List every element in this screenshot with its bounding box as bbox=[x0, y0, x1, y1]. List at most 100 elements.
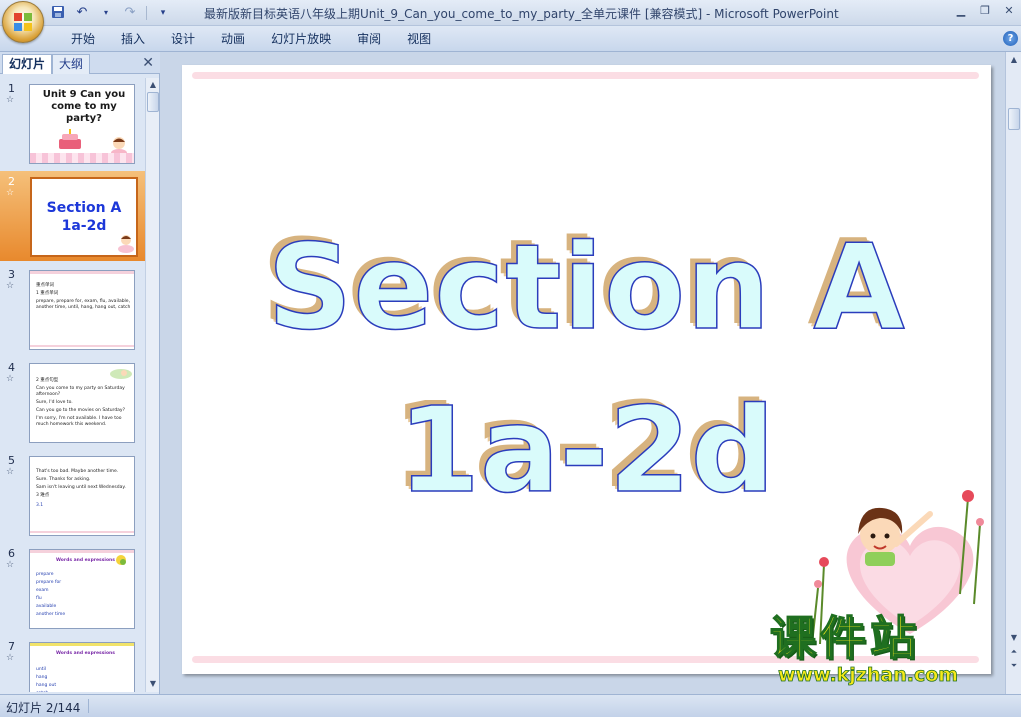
thumb-heading: Words and expressions bbox=[56, 558, 115, 563]
scroll-down-icon[interactable]: ▼ bbox=[147, 678, 159, 690]
minimize-icon[interactable]: ▁ bbox=[953, 3, 969, 19]
ribbon-tabs: 开始 插入 设计 动画 幻灯片放映 审阅 视图 bbox=[58, 31, 444, 47]
office-button[interactable] bbox=[2, 1, 44, 43]
thumb-line-1: Section A bbox=[46, 200, 122, 216]
undo-icon[interactable]: ↶ bbox=[74, 5, 90, 21]
previous-slide-icon[interactable]: ⏶ bbox=[1008, 646, 1020, 658]
toolbar-divider bbox=[146, 6, 147, 20]
thumb-text-line: Sure, I'd love to. bbox=[36, 400, 73, 405]
next-slide-icon[interactable]: ⏷ bbox=[1008, 660, 1020, 672]
slide-preview: That's too bad. Maybe another time. Sure… bbox=[29, 456, 135, 536]
thumb-decoration bbox=[30, 550, 134, 553]
slide-thumbnail-list: 1 ☆ Unit 9 Can you come to my party? 2 ☆… bbox=[0, 78, 145, 692]
redo-icon[interactable]: ↷ bbox=[122, 5, 138, 21]
slide-scrollbar[interactable]: ▲ ▼ ⏶ ⏷ bbox=[1005, 52, 1021, 694]
status-bar: 幻灯片 2/144 bbox=[0, 694, 1021, 717]
status-divider bbox=[88, 699, 89, 713]
thumb-text-line: 3.1 bbox=[36, 503, 44, 508]
tab-home[interactable]: 开始 bbox=[58, 31, 108, 47]
thumb-title: Unit 9 Can you come to my party? bbox=[42, 89, 126, 124]
close-pane-icon[interactable]: ✕ bbox=[142, 55, 154, 71]
slide-preview: 重点单词 1 重点单词 prepare, prepare for, exam, … bbox=[29, 270, 135, 350]
thumb-text-line: another time bbox=[36, 612, 66, 617]
slide-thumbnail-1[interactable]: 1 ☆ Unit 9 Can you come to my party? bbox=[0, 78, 145, 168]
slide-number: 7 bbox=[8, 640, 15, 653]
pane-tabs: 幻灯片 大纲 ✕ bbox=[0, 52, 160, 74]
balloon-icon bbox=[116, 555, 126, 565]
scroll-up-icon[interactable]: ▲ bbox=[147, 79, 159, 91]
tab-insert[interactable]: 插入 bbox=[108, 31, 158, 47]
girl-illustration-icon bbox=[118, 235, 134, 253]
fairy-illustration-icon bbox=[110, 369, 132, 379]
thumb-decoration bbox=[30, 271, 134, 274]
thumb-text-line: Sam isn't leaving until next Wednesday. bbox=[36, 485, 126, 490]
slide-preview: 2 重点句型 Can you come to my party on Satur… bbox=[29, 363, 135, 443]
slide-preview: Unit 9 Can you come to my party? bbox=[29, 84, 135, 164]
watermark-url: www.kjzhan.com bbox=[778, 664, 959, 687]
slide-counter: 幻灯片 2/144 bbox=[6, 701, 81, 715]
thumb-text-line: I'm sorry, I'm not available. I have too… bbox=[36, 416, 122, 427]
tab-animations[interactable]: 动画 bbox=[208, 31, 258, 47]
slide-preview: Section A 1a-2d bbox=[30, 177, 138, 257]
slide-thumbnail-2[interactable]: 2 ☆ Section A 1a-2d bbox=[0, 171, 145, 261]
thumb-text-line: exam bbox=[36, 588, 49, 593]
title-bar: ↶ ▾ ↷ ▾ 最新版新目标英语八年级上期Unit_9_Can_you_come… bbox=[0, 0, 1021, 26]
tab-review[interactable]: 审阅 bbox=[344, 31, 394, 47]
thumb-text-line: available bbox=[36, 604, 57, 609]
scrollbar-thumb[interactable] bbox=[1008, 108, 1020, 130]
slide-thumbnail-7[interactable]: 7 ☆ Words and expressions until hang han… bbox=[0, 636, 145, 692]
slide-preview: Words and expressions prepare prepare fo… bbox=[29, 549, 135, 629]
slide-number: 5 bbox=[8, 454, 15, 467]
office-logo-icon bbox=[14, 13, 32, 31]
slide-thumbnail-6[interactable]: 6 ☆ Words and expressions prepare prepar… bbox=[0, 543, 145, 633]
slide-title[interactable]: Section A bbox=[182, 217, 991, 357]
thumb-text-line: Sure. Thanks for asking. bbox=[36, 477, 91, 482]
thumb-text-line: flu bbox=[36, 596, 42, 601]
thumbnail-scrollbar[interactable]: ▲ ▼ bbox=[145, 78, 159, 692]
slides-pane: 幻灯片 大纲 ✕ 1 ☆ Unit 9 Can you come to my p… bbox=[0, 52, 160, 694]
slide-thumbnail-4[interactable]: 4 ☆ 2 重点句型 Can you come to my party on S… bbox=[0, 357, 145, 447]
customize-toolbar-icon[interactable]: ▾ bbox=[155, 5, 171, 21]
slide-number: 3 bbox=[8, 268, 15, 281]
thumb-text-line: hang out bbox=[36, 683, 57, 688]
scroll-down-icon[interactable]: ▼ bbox=[1008, 632, 1020, 644]
close-icon[interactable]: ✕ bbox=[1001, 3, 1017, 19]
slide-number: 1 bbox=[8, 82, 15, 95]
slide-thumbnail-5[interactable]: 5 ☆ That's too bad. Maybe another time. … bbox=[0, 450, 145, 540]
thumb-text-line: prepare bbox=[36, 572, 54, 577]
thumb-text-line: until bbox=[36, 667, 46, 672]
tab-slide-show[interactable]: 幻灯片放映 bbox=[258, 31, 344, 47]
restore-icon[interactable]: ❐ bbox=[977, 3, 993, 19]
thumb-text-line: 3 难点 bbox=[36, 493, 50, 498]
tab-design[interactable]: 设计 bbox=[158, 31, 208, 47]
window-controls: ▁ ❐ ✕ bbox=[953, 3, 1017, 19]
thumb-text-line: hang bbox=[36, 675, 48, 680]
transition-star-icon: ☆ bbox=[6, 374, 15, 384]
scrollbar-thumb[interactable] bbox=[147, 92, 159, 112]
help-icon[interactable]: ? bbox=[1003, 31, 1018, 46]
tab-view[interactable]: 视图 bbox=[394, 31, 444, 47]
tab-outline[interactable]: 大纲 bbox=[52, 54, 91, 74]
transition-star-icon: ☆ bbox=[6, 188, 15, 198]
slide-thumbnail-3[interactable]: 3 ☆ 重点单词 1 重点单词 prepare, prepare for, ex… bbox=[0, 264, 145, 354]
thumb-text-line: catch bbox=[36, 691, 48, 692]
scroll-up-icon[interactable]: ▲ bbox=[1008, 54, 1020, 66]
thumb-heading: Words and expressions bbox=[56, 651, 115, 656]
window-title: 最新版新目标英语八年级上期Unit_9_Can_you_come_to_my_p… bbox=[204, 7, 839, 21]
thumb-text-line: 1 重点单词 bbox=[36, 291, 59, 296]
transition-star-icon: ☆ bbox=[6, 281, 15, 291]
transition-star-icon: ☆ bbox=[6, 95, 15, 105]
tab-slides[interactable]: 幻灯片 bbox=[2, 54, 53, 74]
thumb-text-line: prepare, prepare for, exam, flu, availab… bbox=[36, 299, 131, 310]
chevron-down-icon[interactable]: ▾ bbox=[98, 5, 114, 21]
thumb-text-line: 重点单词 bbox=[36, 283, 54, 288]
slide-number: 2 bbox=[8, 175, 15, 188]
save-icon[interactable] bbox=[50, 5, 66, 21]
ribbon-tab-bar: 开始 插入 设计 动画 幻灯片放映 审阅 视图 ? bbox=[0, 26, 1021, 52]
cake-icon bbox=[59, 129, 81, 149]
thumb-text-line: That's too bad. Maybe another time. bbox=[36, 469, 119, 474]
transition-star-icon: ☆ bbox=[6, 560, 15, 570]
thumb-decoration bbox=[30, 531, 134, 533]
thumb-text-line: Can you come to my party on Saturday aft… bbox=[36, 386, 125, 397]
thumb-text-line: prepare for bbox=[36, 580, 62, 585]
